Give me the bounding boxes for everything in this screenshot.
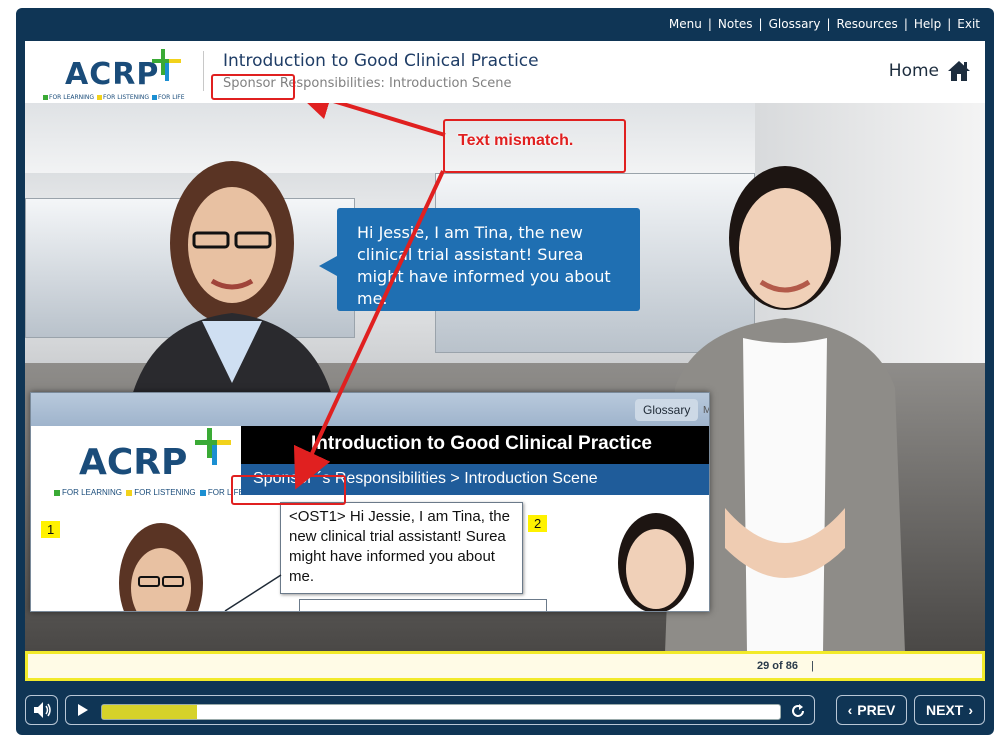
- page-count-separator: |: [811, 660, 814, 672]
- progress-fill: [102, 705, 197, 719]
- home-button[interactable]: Home: [889, 60, 971, 82]
- mute-button[interactable]: [25, 695, 58, 725]
- home-icon: [948, 61, 970, 81]
- header-divider: [203, 51, 204, 91]
- play-icon[interactable]: [76, 703, 90, 717]
- speaker-icon: [34, 702, 51, 718]
- exit-link[interactable]: Exit: [957, 17, 980, 31]
- next-button[interactable]: NEXT ›: [914, 695, 985, 725]
- prev-button[interactable]: ‹ PREV: [836, 695, 907, 725]
- logo-tagline: FOR LEARNING FOR LISTENING FOR LIFE: [42, 94, 185, 101]
- page-counter: 29 of 86 |: [757, 660, 814, 672]
- playback-controls: ‹ PREV NEXT ›: [25, 693, 985, 729]
- next-label: NEXT: [925, 702, 964, 718]
- annotation-arrows: [291, 103, 446, 490]
- course-title: Introduction to Good Clinical Practice: [223, 51, 539, 71]
- menu-link[interactable]: Menu: [669, 17, 702, 31]
- chevron-left-icon: ‹: [847, 702, 853, 718]
- course-header: ACRP FOR LEARNING FOR LISTENING FOR LIFE…: [25, 41, 985, 103]
- help-link[interactable]: Help: [914, 17, 941, 31]
- glossary-link[interactable]: Glossary: [769, 17, 821, 31]
- top-navigation: Menu | Notes | Glossary | Resources | Help | …: [668, 17, 980, 31]
- replay-icon[interactable]: [789, 702, 807, 720]
- header-highlight-box: [211, 74, 295, 100]
- prev-label: PREV: [857, 702, 896, 718]
- home-label: Home: [888, 61, 939, 81]
- inset-highlight-box: [231, 475, 346, 505]
- logo-plus-icon: [152, 49, 181, 81]
- resources-link[interactable]: Resources: [837, 17, 898, 31]
- player-frame: Menu | Notes | Glossary | Resources | Help | …: [16, 8, 994, 735]
- media-player: [65, 695, 815, 725]
- status-bar: 29 of 86 |: [25, 651, 985, 681]
- scene-stage: Hi Jessie, I am Tina, the new clinical t…: [25, 103, 985, 651]
- logo-text: ACRP: [65, 57, 160, 92]
- acrp-logo: ACRP FOR LEARNING FOR LISTENING FOR LIFE: [41, 49, 191, 101]
- progress-track[interactable]: [101, 704, 781, 720]
- chevron-right-icon: ›: [968, 702, 973, 718]
- notes-link[interactable]: Notes: [718, 17, 753, 31]
- page-count-text: 29 of 86: [757, 660, 798, 672]
